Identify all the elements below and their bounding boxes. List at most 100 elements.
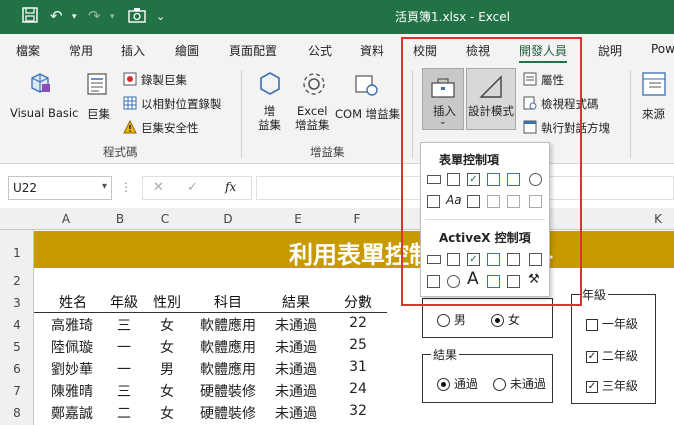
table-cell[interactable]: 軟體應用 bbox=[194, 337, 262, 357]
column-header[interactable]: F bbox=[347, 212, 367, 226]
table-cell[interactable]: 陳雅晴 bbox=[42, 381, 102, 401]
excel-addins-button[interactable]: Excel 增益集 bbox=[295, 104, 330, 132]
table-cell[interactable]: 女 bbox=[147, 337, 187, 357]
table-cell[interactable]: 女 bbox=[147, 403, 187, 423]
column-header[interactable]: E bbox=[288, 212, 308, 226]
table-cell[interactable]: 劉妙華 bbox=[42, 359, 102, 379]
header-result: 結果 bbox=[282, 295, 310, 311]
visual-basic-button[interactable]: Visual Basic bbox=[10, 106, 78, 120]
tab-home[interactable]: 常用 bbox=[69, 42, 93, 59]
table-cell[interactable]: 一 bbox=[104, 359, 144, 379]
save-icon[interactable] bbox=[22, 7, 38, 27]
table-cell[interactable]: 男 bbox=[147, 359, 187, 379]
header-grade: 年級 bbox=[110, 295, 138, 311]
undo-icon[interactable]: ↶ bbox=[50, 7, 63, 25]
tab-data[interactable]: 資料 bbox=[360, 42, 384, 59]
warning-icon bbox=[123, 119, 137, 134]
gender-male-option[interactable]: 男 bbox=[437, 311, 466, 328]
table-cell[interactable]: 32 bbox=[330, 403, 386, 419]
tab-power[interactable]: Pow bbox=[651, 42, 674, 56]
table-cell[interactable]: 未通過 bbox=[266, 359, 326, 379]
source-button[interactable]: 來源 bbox=[642, 106, 665, 122]
checkbox-checked[interactable]: ✓ bbox=[586, 380, 598, 393]
table-cell[interactable]: 25 bbox=[330, 337, 386, 353]
tab-file[interactable]: 檔案 bbox=[16, 42, 40, 59]
tab-insert[interactable]: 插入 bbox=[121, 42, 145, 59]
table-cell[interactable]: 女 bbox=[147, 381, 187, 401]
row-header[interactable]: 5 bbox=[0, 340, 34, 354]
table-row: 陳雅晴 三 女 硬體裝修 未通過 24 bbox=[34, 380, 387, 402]
checkbox-checked[interactable]: ✓ bbox=[586, 350, 598, 363]
camera-icon[interactable] bbox=[128, 7, 146, 27]
radio-fail[interactable] bbox=[493, 378, 506, 391]
grade-checkbox-2[interactable]: ✓ 二年級 bbox=[586, 347, 638, 364]
table-cell[interactable]: 一 bbox=[104, 337, 144, 357]
tab-help[interactable]: 說明 bbox=[598, 42, 622, 59]
row-header[interactable]: 6 bbox=[0, 362, 34, 376]
row-header[interactable]: 8 bbox=[0, 406, 34, 420]
name-box[interactable]: U22 ▾ bbox=[8, 176, 112, 200]
customize-qat-icon[interactable]: ⌄ bbox=[156, 10, 165, 23]
relative-reference-button[interactable]: 以相對位置錄製 bbox=[141, 96, 222, 112]
table-cell[interactable]: 陸佩璇 bbox=[42, 337, 102, 357]
table-row: 高雅琦 三 女 軟體應用 未通過 22 bbox=[34, 314, 387, 336]
redo-icon[interactable]: ↷ bbox=[88, 7, 101, 25]
table-cell[interactable]: 二 bbox=[104, 403, 144, 423]
table-cell[interactable]: 軟體應用 bbox=[194, 315, 262, 335]
table-cell[interactable]: 硬體裝修 bbox=[194, 381, 262, 401]
macros-button[interactable]: 巨集 bbox=[87, 106, 110, 122]
radio-female[interactable] bbox=[491, 314, 504, 327]
table-cell[interactable]: 硬體裝修 bbox=[194, 403, 262, 423]
row-headers: 1 2 3 4 5 6 7 8 bbox=[0, 230, 34, 425]
formula-buttons: ✕ ✓ fx bbox=[142, 176, 252, 200]
chevron-down-icon[interactable]: ▾ bbox=[102, 181, 107, 192]
column-header[interactable]: D bbox=[218, 212, 238, 226]
result-pass-option[interactable]: 通過 bbox=[437, 375, 478, 392]
addins-button[interactable]: 增 益集 bbox=[258, 104, 281, 132]
row-header[interactable]: 2 bbox=[0, 274, 34, 288]
source-icon bbox=[640, 70, 668, 98]
grade-checkbox-1[interactable]: 一年級 bbox=[586, 315, 638, 332]
row-header[interactable]: 7 bbox=[0, 384, 34, 398]
table-cell[interactable]: 22 bbox=[330, 315, 386, 331]
column-header[interactable]: A bbox=[56, 212, 76, 226]
column-header[interactable]: C bbox=[155, 212, 175, 226]
table-row: 劉妙華 一 男 軟體應用 未通過 31 bbox=[34, 358, 387, 380]
grade-checkbox-3[interactable]: ✓ 三年級 bbox=[586, 377, 638, 394]
table-cell[interactable]: 未通過 bbox=[266, 337, 326, 357]
macro-security-button[interactable]: 巨集安全性 bbox=[141, 120, 199, 136]
undo-dropdown-icon[interactable]: ▾ bbox=[72, 12, 77, 22]
table-cell[interactable]: 三 bbox=[104, 381, 144, 401]
radio-male[interactable] bbox=[437, 314, 450, 327]
row-header[interactable]: 3 bbox=[0, 296, 34, 310]
column-header[interactable]: B bbox=[110, 212, 130, 226]
com-addins-button[interactable]: COM 增益集 bbox=[335, 106, 400, 122]
table-cell[interactable]: 未通過 bbox=[266, 381, 326, 401]
tab-formulas[interactable]: 公式 bbox=[308, 42, 332, 59]
redo-dropdown-icon[interactable]: ▾ bbox=[110, 12, 115, 22]
table-cell[interactable]: 未通過 bbox=[266, 403, 326, 423]
radio-pass[interactable] bbox=[437, 378, 450, 391]
table-cell[interactable]: 高雅琦 bbox=[42, 315, 102, 335]
tab-draw[interactable]: 繪圖 bbox=[175, 42, 199, 59]
record-macro-button[interactable]: 錄製巨集 bbox=[141, 72, 187, 88]
relative-reference-icon bbox=[123, 96, 137, 110]
gender-female-option[interactable]: 女 bbox=[491, 311, 520, 328]
table-cell[interactable]: 未通過 bbox=[266, 315, 326, 335]
table-cell[interactable]: 三 bbox=[104, 315, 144, 335]
tab-page-layout[interactable]: 頁面配置 bbox=[229, 42, 277, 59]
highlight-box bbox=[401, 37, 582, 306]
row-header[interactable]: 1 bbox=[0, 246, 34, 260]
result-fail-option[interactable]: 未通過 bbox=[493, 375, 546, 392]
table-cell[interactable]: 軟體應用 bbox=[194, 359, 262, 379]
insert-function-button[interactable]: fx bbox=[225, 180, 236, 194]
column-header[interactable]: K bbox=[648, 212, 668, 226]
row-header[interactable]: 4 bbox=[0, 318, 34, 332]
enter-icon[interactable]: ✓ bbox=[187, 180, 198, 195]
cancel-icon[interactable]: ✕ bbox=[153, 180, 164, 195]
table-cell[interactable]: 24 bbox=[330, 381, 386, 397]
table-cell[interactable]: 鄭嘉誠 bbox=[42, 403, 102, 423]
checkbox[interactable] bbox=[586, 318, 598, 331]
table-cell[interactable]: 女 bbox=[147, 315, 187, 335]
table-cell[interactable]: 31 bbox=[330, 359, 386, 375]
